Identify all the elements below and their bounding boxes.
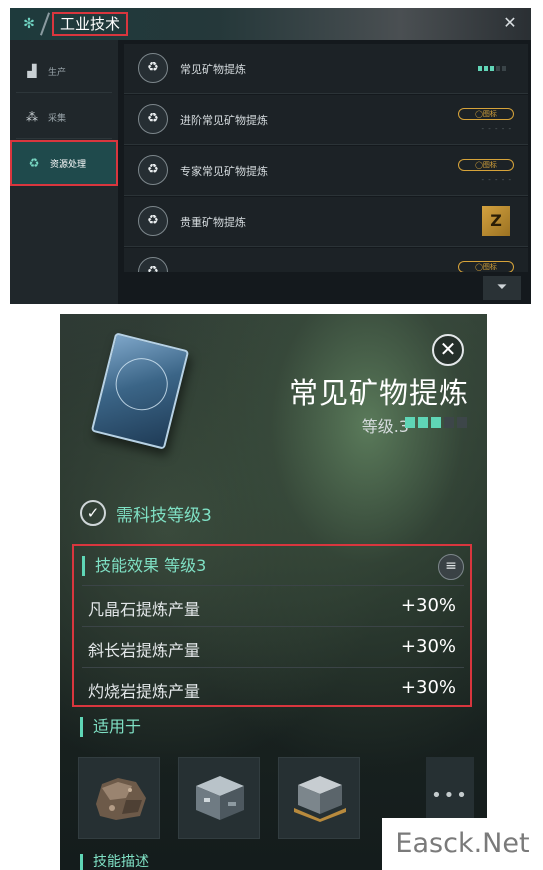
skill-book-icon — [90, 332, 190, 450]
filter-icon: ⏷ — [496, 280, 508, 295]
watermark: Easck.Net — [382, 818, 543, 870]
level-pip — [496, 66, 500, 71]
recycle-icon: ♻ — [138, 206, 168, 236]
level-pip — [478, 66, 482, 71]
skill-list: ♻ 常见矿物提炼 ♻ 进阶常见矿物提炼 ◯图标 - - - - - ♻ 专家常见… — [120, 40, 531, 272]
dna-icon: ✻ — [23, 16, 35, 32]
empty-level-pips: - - - - - — [481, 176, 512, 184]
skill-title: 常见矿物提炼 — [288, 376, 469, 410]
screenshot-canvas: ✻ 工业技术 ✕ ▟ 生产 ⁂ 采集 ♻ 资源处理 ♻ 常见矿物提炼 ♻ 进阶常… — [0, 0, 543, 870]
effect-value: +30% — [400, 636, 456, 657]
nodes-icon: ⁂ — [26, 110, 38, 124]
title-separator — [39, 12, 51, 36]
close-button[interactable]: ✕ — [432, 334, 464, 366]
check-icon: ✓ — [80, 500, 106, 526]
level-pip — [405, 417, 415, 428]
ore-rock-icon — [96, 778, 146, 820]
effect-name: 凡晶石提炼产量 — [88, 600, 201, 619]
locked-badge: ◯图标 — [458, 159, 514, 171]
effect-name: 灼烧岩提炼产量 — [88, 682, 201, 701]
list-footer: ⏷ — [120, 272, 531, 304]
sidebar-item-label: 采集 — [48, 113, 67, 124]
skill-detail-panel: ✕ 常见矿物提炼 等级.3 ✓ 需科技等级3 技能效果 等级3 ≡ 凡晶石提炼产… — [60, 314, 487, 870]
skill-label: 专家常见矿物提炼 — [180, 165, 268, 178]
skill-row-advanced-common-ore[interactable]: ♻ 进阶常见矿物提炼 ◯图标 - - - - - — [124, 95, 528, 145]
recycle-icon: ♻ — [138, 104, 168, 134]
level-pips — [405, 417, 467, 428]
sidebar-item-label: 生产 — [48, 67, 67, 78]
requirement-row: ✓ 需科技等级3 — [80, 500, 212, 526]
locked-badge: ◯图标 — [458, 108, 514, 120]
effect-value: +30% — [400, 677, 456, 698]
recycle-icon: ♻ — [28, 156, 40, 170]
ore-slot-1[interactable] — [78, 757, 160, 839]
ore-slot-3[interactable] — [278, 757, 360, 839]
menu-icon: ≡ — [445, 558, 457, 574]
level-pip — [431, 417, 441, 428]
window-title: 工业技术 — [52, 12, 129, 36]
ore-crate-icon — [294, 776, 346, 822]
industry-tech-window: ✻ 工业技术 ✕ ▟ 生产 ⁂ 采集 ♻ 资源处理 ♻ 常见矿物提炼 ♻ 进阶常… — [10, 8, 531, 304]
recycle-icon: ♻ — [138, 257, 168, 272]
effect-row: 凡晶石提炼产量 +30% — [82, 585, 464, 625]
level-pip — [484, 66, 488, 71]
effect-name: 斜长岩提炼产量 — [88, 641, 201, 660]
skill-label: 进阶常见矿物提炼 — [180, 114, 268, 127]
skill-book-tile[interactable]: Z — [482, 206, 510, 236]
recycle-icon: ♻ — [138, 53, 168, 83]
skill-row-precious-ore[interactable]: ♻ 贵重矿物提炼 Z — [124, 197, 528, 247]
level-pip — [418, 417, 428, 428]
skill-level-text: 等级.3 — [361, 417, 409, 436]
level-pip — [502, 66, 506, 71]
skill-label: 常见矿物提炼 — [180, 63, 246, 76]
skill-label: 贵重矿物提炼 — [180, 216, 246, 229]
empty-level-pips: - - - - - — [481, 125, 512, 133]
recycle-icon: ♻ — [138, 155, 168, 185]
level-pip — [457, 417, 467, 428]
ore-cube-icon — [196, 776, 244, 820]
effects-header: 技能效果 等级3 — [82, 556, 206, 576]
close-icon: ✕ — [439, 337, 457, 361]
effect-row: 灼烧岩提炼产量 +30% — [82, 667, 464, 707]
skill-row-expert-common-ore[interactable]: ♻ 专家常见矿物提炼 ◯图标 - - - - - — [124, 146, 528, 196]
skill-row-partial[interactable]: ♻ ◯图标 — [124, 248, 528, 272]
close-icon[interactable]: ✕ — [501, 14, 519, 32]
skill-description-header: 技能描述 — [80, 854, 149, 870]
sidebar-divider — [16, 92, 112, 93]
locked-badge: ◯图标 — [458, 261, 514, 272]
filter-button[interactable]: ⏷ — [483, 276, 521, 300]
effect-row: 斜长岩提炼产量 +30% — [82, 626, 464, 666]
level-pips — [478, 66, 506, 71]
skill-effects-box: 技能效果 等级3 ≡ 凡晶石提炼产量 +30% 斜长岩提炼产量 +30% 灼烧岩… — [72, 544, 472, 707]
sidebar-item-resource-processing[interactable]: ♻ 资源处理 — [10, 140, 118, 186]
title-bar: ✻ 工业技术 ✕ — [10, 8, 531, 40]
applies-to-header: 适用于 — [80, 717, 141, 737]
level-pip — [444, 417, 454, 428]
sidebar-item-label: 资源处理 — [50, 159, 87, 170]
level-pip — [490, 66, 494, 71]
category-sidebar: ▟ 生产 ⁂ 采集 ♻ 资源处理 — [10, 40, 118, 304]
sidebar-item-collection[interactable]: ⁂ 采集 — [10, 94, 118, 140]
sidebar-item-production[interactable]: ▟ 生产 — [10, 48, 118, 94]
ore-slot-2[interactable] — [178, 757, 260, 839]
effects-menu-button[interactable]: ≡ — [438, 554, 464, 580]
skill-row-common-ore[interactable]: ♻ 常见矿物提炼 — [124, 44, 528, 94]
factory-icon: ▟ — [27, 64, 37, 78]
sidebar-divider — [16, 138, 112, 139]
requirement-text: 需科技等级3 — [116, 505, 212, 526]
effect-value: +30% — [400, 595, 456, 616]
